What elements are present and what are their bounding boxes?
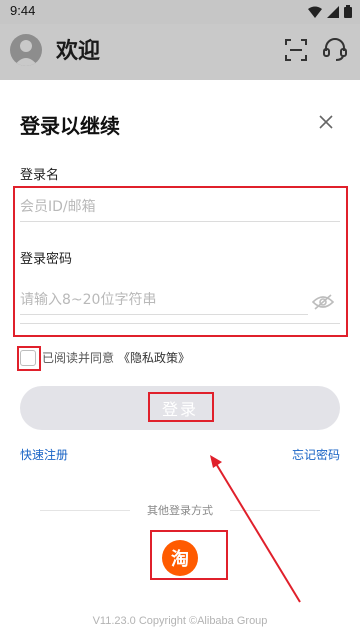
password-underline xyxy=(20,323,340,324)
user-icon xyxy=(14,40,38,66)
battery-icon xyxy=(344,5,352,18)
taobao-login-icon[interactable]: 淘 xyxy=(162,540,198,576)
password-label: 登录密码 xyxy=(20,252,73,267)
password-input[interactable] xyxy=(20,285,308,315)
agreement-row: 已阅读并同意 《隐私政策》 xyxy=(20,349,190,366)
login-button[interactable]: 登录 xyxy=(20,386,340,430)
scan-icon[interactable] xyxy=(284,38,308,62)
taobao-glyph: 淘 xyxy=(171,549,189,570)
divider-right xyxy=(230,510,320,511)
signal-icon xyxy=(327,5,339,18)
eye-off-icon[interactable] xyxy=(312,294,334,310)
sheet-title: 登录以继续 xyxy=(20,114,120,138)
privacy-policy-link[interactable]: 《隐私政策》 xyxy=(118,349,190,366)
login-button-label: 登录 xyxy=(161,400,198,419)
avatar[interactable] xyxy=(10,34,42,66)
agree-checkbox[interactable] xyxy=(20,349,36,366)
customer-service-icon[interactable] xyxy=(322,36,348,62)
forgot-password-link[interactable]: 忘记密码 xyxy=(292,446,340,463)
close-icon[interactable] xyxy=(318,114,334,130)
status-bar: 9:44 xyxy=(0,0,360,24)
copyright-text: V11.23.0 Copyright ©Alibaba Group xyxy=(92,615,268,627)
login-sheet: 登录以继续 登录名 登录密码 已阅读并同意 《隐私政策》 登录 快速注册 忘记密… xyxy=(0,80,360,639)
status-time: 9:44 xyxy=(10,3,36,18)
page-title: 欢迎 xyxy=(56,39,101,64)
username-label: 登录名 xyxy=(20,168,60,183)
username-input[interactable] xyxy=(20,192,340,222)
register-link[interactable]: 快速注册 xyxy=(20,446,68,463)
wifi-icon xyxy=(308,6,322,18)
agree-text: 已阅读并同意 xyxy=(42,351,115,365)
app-header: 欢迎 xyxy=(0,24,360,80)
status-icons xyxy=(308,5,352,18)
